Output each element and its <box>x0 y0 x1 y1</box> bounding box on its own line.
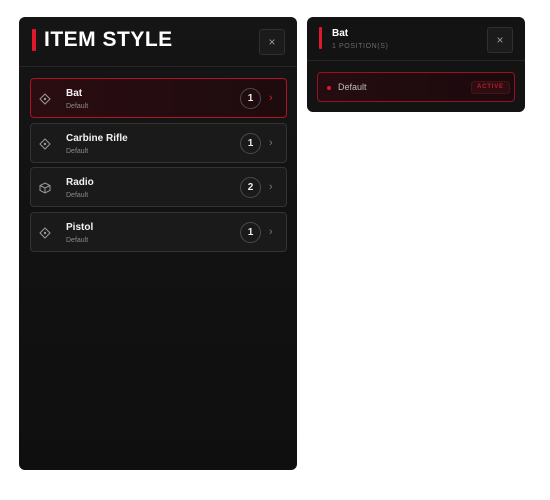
close-button[interactable]: × <box>487 27 513 53</box>
chevron-right-icon: › <box>269 225 273 238</box>
diamond-target-icon <box>39 93 51 105</box>
option-label: Default <box>338 82 367 92</box>
diamond-target-icon <box>39 137 51 150</box>
diamond-target-icon <box>39 226 51 239</box>
item-count-badge: 1 <box>240 88 261 109</box>
list-item-bat[interactable]: Bat Default 1 › <box>30 78 287 118</box>
active-dot-icon <box>327 86 331 90</box>
item-count-badge: 1 <box>240 132 261 154</box>
item-style: Default <box>66 103 89 110</box>
item-name: Pistol <box>66 221 94 233</box>
item-name: Bat <box>66 88 83 99</box>
panel-header: ITEM STYLE × <box>19 17 297 67</box>
title-accent-bar <box>319 27 322 49</box>
active-badge: ACTIVE <box>471 81 510 94</box>
position-count: 1 POSITION(S) <box>332 43 389 50</box>
item-count-badge: 1 <box>240 221 261 243</box>
item-style: Default <box>66 236 89 244</box>
item-style-panel: ITEM STYLE × Bat Default 1 › Carbine Rif… <box>19 17 297 470</box>
detail-title: Bat <box>332 28 349 39</box>
close-button[interactable]: × <box>259 29 285 55</box>
item-style: Default <box>66 147 89 155</box>
style-detail-panel: Bat 1 POSITION(S) × Default ACTIVE <box>307 17 525 112</box>
detail-header: Bat 1 POSITION(S) × <box>307 17 525 61</box>
list-item-pistol[interactable]: Pistol Default 1 › <box>30 211 287 252</box>
item-name: Carbine Rifle <box>66 132 128 144</box>
style-option-default[interactable]: Default ACTIVE <box>317 72 515 102</box>
chevron-right-icon: › <box>269 92 273 104</box>
title-accent-bar <box>32 29 36 51</box>
item-list: Bat Default 1 › Carbine Rifle Default 1 … <box>30 78 287 256</box>
list-item-radio[interactable]: Radio Default 2 › <box>30 167 287 207</box>
chevron-right-icon: › <box>269 181 273 193</box>
list-item-carbine-rifle[interactable]: Carbine Rifle Default 1 › <box>30 122 287 163</box>
cube-icon <box>39 182 51 194</box>
item-count-badge: 2 <box>240 177 261 198</box>
panel-title: ITEM STYLE <box>44 28 173 51</box>
item-style: Default <box>66 192 89 199</box>
chevron-right-icon: › <box>269 136 273 149</box>
item-name: Radio <box>66 177 94 188</box>
